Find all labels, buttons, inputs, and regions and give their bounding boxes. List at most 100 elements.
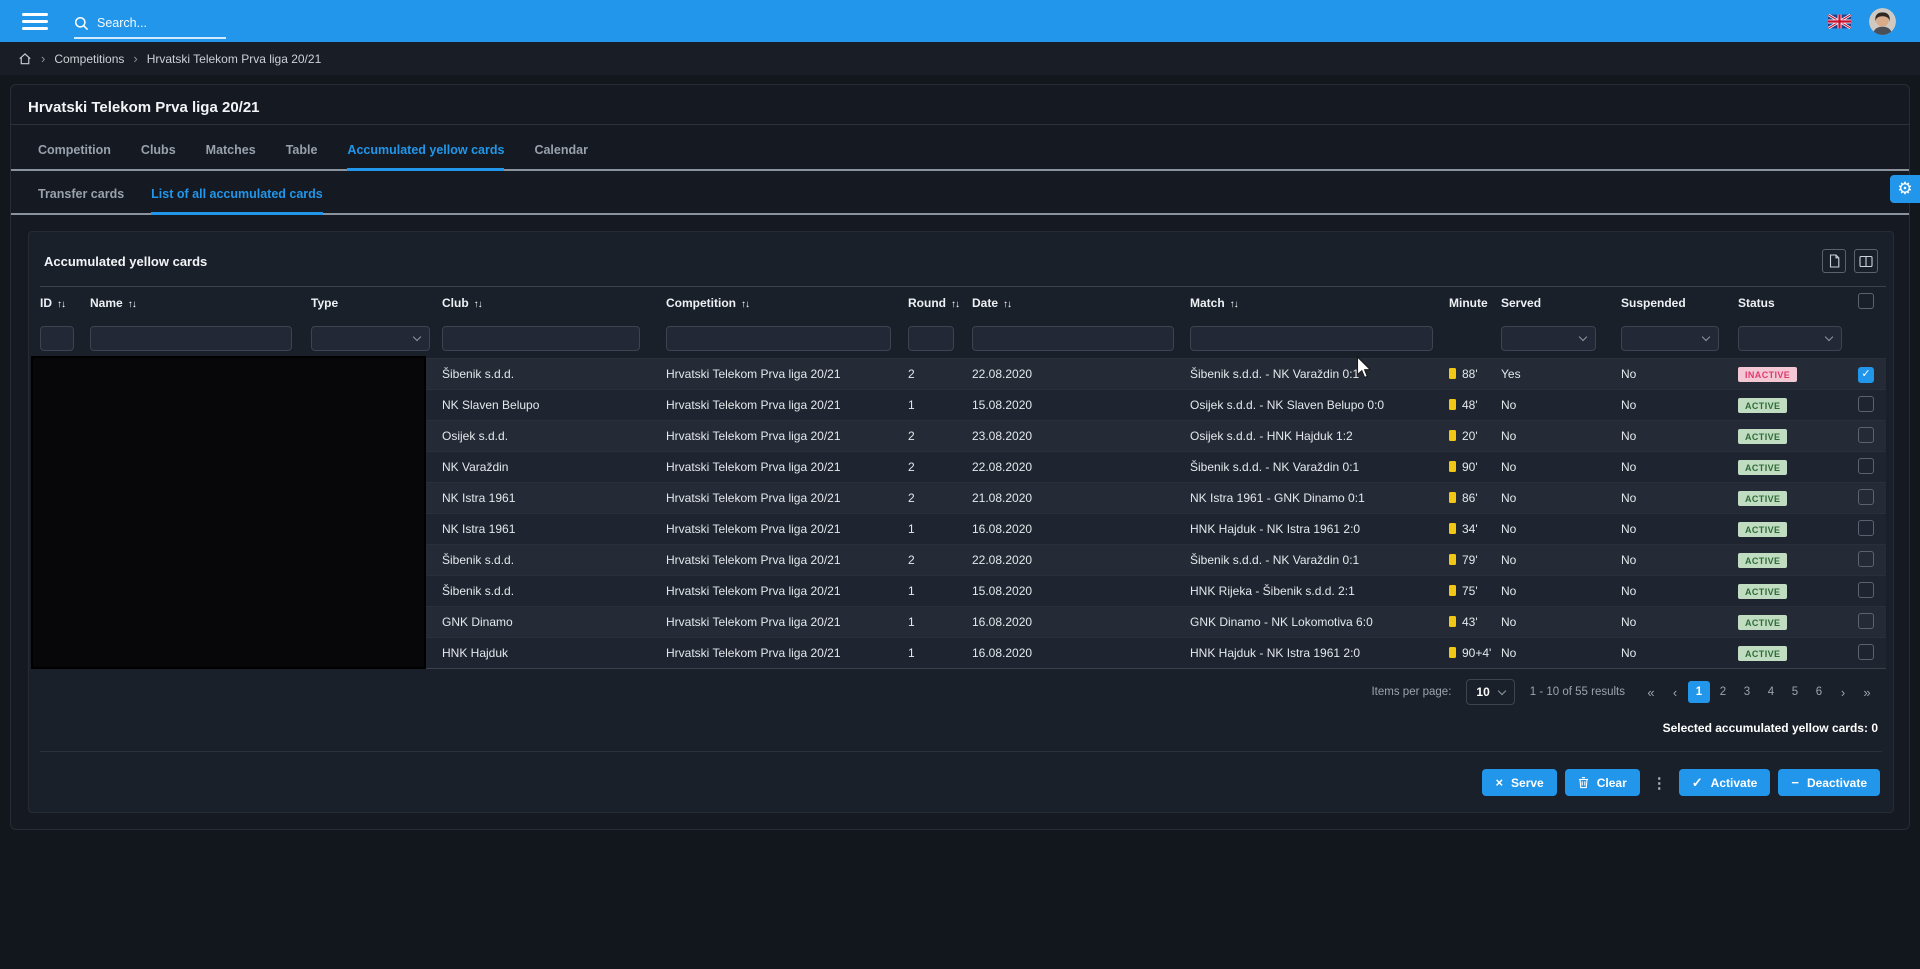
sort-icon[interactable]: ↑↓ [951,299,959,310]
last-page-button[interactable]: » [1856,681,1878,703]
hamburger-menu-icon[interactable] [22,13,48,30]
club-filter-input[interactable] [442,326,640,351]
cell-round: 1 [908,607,972,638]
tab-competition[interactable]: Competition [38,142,111,171]
status-badge: ACTIVE [1738,584,1787,599]
cell-date: 21.08.2020 [972,483,1190,514]
home-icon[interactable] [18,52,32,66]
breadcrumb-separator: › [133,51,137,66]
row-checkbox[interactable] [1858,520,1874,536]
page-number-button[interactable]: 2 [1712,681,1734,703]
row-checkbox[interactable] [1858,458,1874,474]
serve-button[interactable]: × Serve [1482,769,1556,796]
status-badge: ACTIVE [1738,491,1787,506]
cell-minute: 75' [1449,576,1501,607]
breadcrumb-current[interactable]: Hrvatski Telekom Prva liga 20/21 [147,52,322,66]
user-avatar[interactable] [1869,8,1896,35]
cell-served: No [1501,452,1621,483]
cell-suspended: No [1621,514,1738,545]
date-filter-input[interactable] [972,326,1174,351]
page-number-button[interactable]: 5 [1784,681,1806,703]
competition-filter-input[interactable] [666,326,891,351]
row-checkbox[interactable] [1858,489,1874,505]
yellow-card-icon [1449,523,1456,534]
cell-served: No [1501,638,1621,669]
clear-button[interactable]: Clear [1565,769,1640,796]
sort-icon[interactable]: ↑↓ [128,299,136,310]
row-checkbox[interactable] [1858,396,1874,412]
activate-button[interactable]: ✓ Activate [1679,769,1771,796]
subtab-list-of-all-accumulated-cards[interactable]: List of all accumulated cards [151,186,323,215]
uk-flag-icon[interactable] [1828,14,1851,29]
suspended-filter-select[interactable] [1621,326,1719,351]
tab-clubs[interactable]: Clubs [141,142,176,171]
page-number-button[interactable]: 3 [1736,681,1758,703]
search-box[interactable] [74,16,226,39]
col-id: ID↑↓ [40,287,90,319]
tab-table[interactable]: Table [286,142,318,171]
export-button[interactable] [1822,249,1846,273]
minute-value: 86' [1462,491,1478,505]
cell-match: Osijek s.d.d. - NK Slaven Belupo 0:0 [1190,390,1449,421]
sort-icon[interactable]: ↑↓ [741,299,749,310]
cell-status: ACTIVE [1738,483,1858,514]
kebab-menu-icon[interactable]: ⋮ [1648,774,1671,792]
page-list: 123456 [1688,681,1830,703]
tab-calendar[interactable]: Calendar [534,142,588,171]
main-tabs: Competition Clubs Matches Table Accumula… [11,125,1909,171]
next-page-button[interactable]: › [1832,681,1854,703]
cell-club: GNK Dinamo [442,607,666,638]
sort-icon[interactable]: ↑↓ [1230,299,1238,310]
sort-icon[interactable]: ↑↓ [57,299,65,310]
accumulated-yellow-cards-panel: Accumulated yellow cards ID↑↓ Name↑↓ [28,231,1894,813]
deactivate-button[interactable]: − Deactivate [1778,769,1880,796]
yellow-card-icon [1449,368,1456,379]
cell-suspended: No [1621,452,1738,483]
items-per-page-select[interactable]: 10 [1466,679,1514,705]
row-checkbox[interactable] [1858,613,1874,629]
cell-status: ACTIVE [1738,607,1858,638]
cell-match: GNK Dinamo - NK Lokomotiva 6:0 [1190,607,1449,638]
action-buttons: × Serve Clear ⋮ ✓ Activate − Deactivate [40,769,1882,796]
row-checkbox[interactable] [1858,551,1874,567]
round-filter-input[interactable] [908,326,954,351]
row-checkbox[interactable]: ✓ [1858,367,1874,383]
first-page-button[interactable]: « [1640,681,1662,703]
previous-page-button[interactable]: ‹ [1664,681,1686,703]
columns-button[interactable] [1854,249,1878,273]
cell-competition: Hrvatski Telekom Prva liga 20/21 [666,452,908,483]
col-suspended: Suspended [1621,287,1738,319]
competition-card: Hrvatski Telekom Prva liga 20/21 Competi… [10,84,1910,830]
type-filter-select[interactable] [311,326,430,351]
cell-date: 23.08.2020 [972,421,1190,452]
page-number-button[interactable]: 6 [1808,681,1830,703]
sort-icon[interactable]: ↑↓ [474,299,482,310]
settings-gear-button[interactable]: ⚙ [1890,175,1920,203]
breadcrumb-competitions[interactable]: Competitions [54,52,124,66]
close-icon: × [1495,776,1503,789]
name-filter-input[interactable] [90,326,292,351]
status-filter-select[interactable] [1738,326,1842,351]
row-checkbox[interactable] [1858,427,1874,443]
cell-served: Yes [1501,359,1621,390]
subtab-transfer-cards[interactable]: Transfer cards [38,186,124,215]
page-number-button[interactable]: 4 [1760,681,1782,703]
sub-tabs: Transfer cards List of all accumulated c… [11,171,1909,215]
cell-suspended: No [1621,390,1738,421]
id-filter-input[interactable] [40,326,74,351]
row-checkbox[interactable] [1858,582,1874,598]
match-filter-input[interactable] [1190,326,1433,351]
cell-served: No [1501,514,1621,545]
cell-status: ACTIVE [1738,421,1858,452]
page-number-button[interactable]: 1 [1688,681,1710,703]
search-input[interactable] [97,16,212,30]
tab-accumulated-yellow-cards[interactable]: Accumulated yellow cards [347,142,504,171]
cell-suspended: No [1621,638,1738,669]
row-checkbox[interactable] [1858,644,1874,660]
served-filter-select[interactable] [1501,326,1596,351]
status-badge: ACTIVE [1738,460,1787,475]
cell-status: ACTIVE [1738,452,1858,483]
tab-matches[interactable]: Matches [206,142,256,171]
sort-icon[interactable]: ↑↓ [1003,299,1011,310]
select-all-checkbox[interactable] [1858,293,1874,309]
